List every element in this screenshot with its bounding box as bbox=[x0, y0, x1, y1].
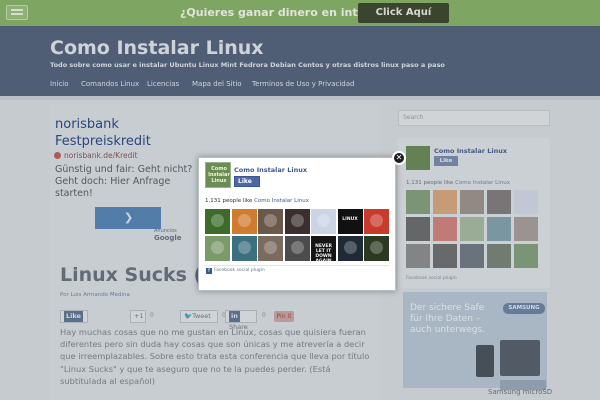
close-icon[interactable]: ✕ bbox=[392, 151, 406, 165]
fb-modal-count-prefix: 1,131 people like bbox=[205, 198, 253, 204]
avatar-head bbox=[290, 241, 304, 254]
fb-logo-text: Como Instalar Linux bbox=[208, 166, 230, 184]
fb-modal-plugin[interactable]: f Facebook social plugin bbox=[206, 268, 265, 274]
facebook-icon: f bbox=[206, 268, 212, 274]
avatar-head bbox=[370, 214, 383, 227]
avatar-head bbox=[343, 241, 357, 254]
fb-fan-avatar[interactable]: NEVER LET IT DOWN AGAIN bbox=[311, 236, 336, 261]
fb-fan-avatar[interactable] bbox=[205, 209, 230, 234]
fb-fan-avatar[interactable] bbox=[364, 209, 389, 234]
avatar-head bbox=[237, 214, 251, 227]
fb-modal-count: 1,131 people like Como Instalar Linux bbox=[205, 198, 309, 204]
fb-fan-avatar[interactable] bbox=[337, 236, 363, 261]
fb-fan-avatar[interactable] bbox=[205, 236, 230, 261]
fb-fan-avatar[interactable] bbox=[284, 209, 310, 234]
fb-fan-avatar[interactable] bbox=[284, 236, 310, 261]
fb-fan-avatar-label: NEVER LET IT DOWN AGAIN bbox=[315, 244, 332, 261]
fb-fan-avatar[interactable]: LINUX bbox=[337, 209, 363, 234]
fb-fan-avatar[interactable] bbox=[364, 236, 389, 261]
fb-modal-like-button[interactable]: Like bbox=[234, 176, 260, 187]
fb-page-name[interactable]: Como Instalar Linux bbox=[234, 166, 307, 174]
avatar-head bbox=[317, 214, 330, 227]
avatar-head bbox=[264, 241, 277, 254]
fb-fan-avatar[interactable] bbox=[311, 209, 336, 234]
fb-fan-avatar[interactable] bbox=[258, 236, 283, 261]
avatar-head bbox=[264, 214, 277, 227]
fb-modal-divider bbox=[204, 265, 390, 266]
fb-fan-avatar-label: LINUX bbox=[342, 217, 358, 222]
fb-modal-plugin-label: Facebook social plugin bbox=[214, 268, 265, 273]
fb-page-logo[interactable]: Como Instalar Linux bbox=[205, 162, 231, 188]
avatar-head bbox=[211, 214, 224, 227]
avatar-head bbox=[290, 214, 304, 227]
fb-fan-avatar[interactable] bbox=[258, 209, 283, 234]
fb-fan-avatar[interactable] bbox=[231, 236, 257, 261]
fb-modal-count-link[interactable]: Como Instalar Linux bbox=[254, 198, 309, 204]
avatar-head bbox=[237, 241, 251, 254]
fb-fan-avatar[interactable] bbox=[231, 209, 257, 234]
avatar-head bbox=[370, 241, 383, 254]
avatar-head bbox=[211, 241, 224, 254]
